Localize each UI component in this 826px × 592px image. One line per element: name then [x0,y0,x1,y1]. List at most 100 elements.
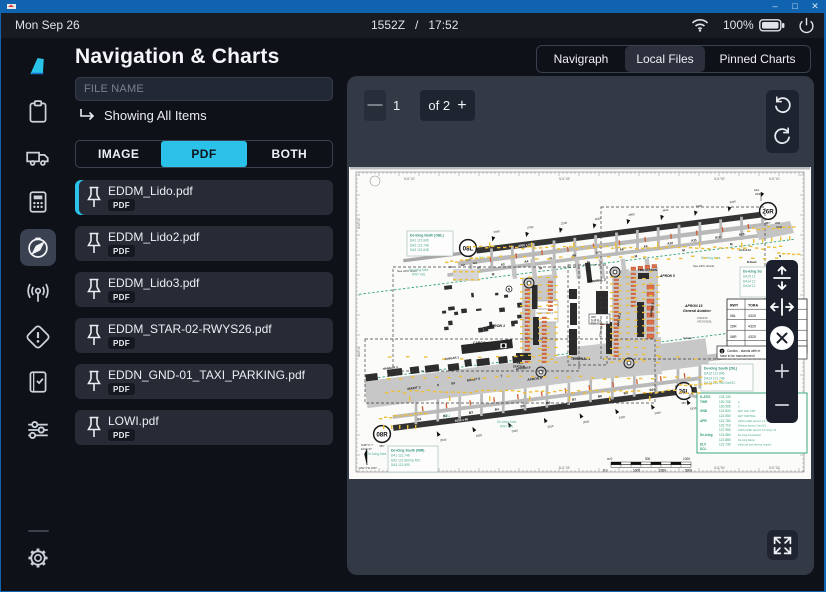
svg-text:APRON 5: APRON 5 [659,274,675,278]
svg-text:De-Icing Area: De-Icing Area [409,268,429,272]
svg-text:De-Icing: De-Icing [700,433,713,437]
svg-text:4320: 4320 [748,324,756,328]
svg-text:DLV: DLV [700,443,707,447]
svg-text:120.705: 120.705 [719,400,731,404]
svg-text:1000: 1000 [633,469,640,473]
svg-text:26R: 26R [730,324,737,328]
svg-text:TORA: TORA [748,303,759,307]
svg-text:080°: 080° [379,444,384,448]
svg-text:123.130: 123.130 [719,395,731,399]
svg-text:Caution - stands with m: Caution - stands with m [727,349,761,353]
svg-text:LNDG GNDL Aprons 2-5, Rwys 13: LNDG GNDL Aprons 2-5, Rwys 13 [738,429,777,432]
svg-text:2040: 2040 [654,410,661,415]
svg-text:2240: 2240 [729,199,736,204]
svg-text:5000: 5000 [685,469,692,473]
svg-text:De-Icing Coordinator: De-Icing Coordinator [738,434,761,437]
svg-text:A4: A4 [524,259,529,264]
svg-text:De-Icing Area: De-Icing Area [367,452,387,456]
svg-text:VAR 3°E 1607: VAR 3°E 1607 [359,466,377,470]
svg-text:121.550: 121.550 [719,414,731,418]
svg-text:1920: 1920 [476,433,483,438]
svg-text:DA2 121.660 by ATC: DA2 121.660 by ATC [391,458,421,462]
svg-text:STATION: STATION [513,365,525,369]
svg-text:initial call and start-up requ: initial call and start-up request [738,444,772,447]
svg-text:26R: 26R [762,208,774,215]
svg-text:APRON 13: APRON 13 [684,304,703,308]
svg-text:DA3 121.890: DA3 121.890 [391,463,410,467]
svg-text:De-Icing Area: De-Icing Area [497,420,517,424]
svg-text:08R: 08R [730,335,737,339]
svg-text:B4: B4 [494,407,499,412]
svg-text:2240: 2240 [561,221,568,226]
svg-text:1: 1 [721,350,723,354]
svg-text:DA15 121.845: DA15 121.845 [704,372,725,376]
svg-text:A12: A12 [715,235,722,240]
svg-text:DA3: DA3 [444,414,450,418]
svg-text:N11°45': N11°45' [559,466,570,470]
svg-text:De-Icing South (26L): De-Icing South (26L) [704,367,737,371]
svg-text:B3: B3 [469,410,474,415]
svg-text:EMY ADC CWY: EMY ADC CWY [738,410,756,413]
svg-text:4320: 4320 [748,314,756,318]
svg-text:N48°21': N48°21' [357,345,361,357]
svg-text:N11°50': N11°50' [714,466,725,470]
svg-text:DA1 121.748: DA1 121.748 [391,454,410,458]
svg-text:1510: 1510 [690,406,697,411]
svg-text:2990: 2990 [696,204,703,209]
svg-text:FIRE STATION: FIRE STATION [638,268,657,272]
svg-text:2040: 2040 [583,419,590,424]
svg-text:DA16 12: DA16 12 [743,284,756,288]
svg-text:N11°52': N11°52' [769,466,780,470]
svg-text:A13: A13 [738,232,745,237]
svg-text:2990: 2990 [628,212,635,217]
svg-text:DA1 121.845: DA1 121.845 [410,239,429,243]
svg-text:DA2 121.748: DA2 121.748 [410,243,429,247]
svg-text:TWR: TWR [700,400,708,404]
svg-text:2000: 2000 [659,469,666,473]
svg-text:APR: APR [700,419,707,423]
svg-text:08R: 08R [376,431,388,438]
svg-text:have to be manoeuvred i: have to be manoeuvred i [720,354,755,358]
svg-text:RWY 26L: RWY 26L [500,425,514,429]
svg-text:1000: 1000 [683,457,690,461]
svg-text:R-East: R-East [747,260,757,264]
svg-text:D-ATIS: D-ATIS [700,395,710,399]
svg-text:N11°45': N11°45' [559,177,570,181]
svg-text:B1: B1 [417,417,422,422]
svg-text:4320: 4320 [748,335,756,339]
svg-text:121.920: 121.920 [719,409,731,413]
svg-text:De-Icing Ramp: De-Icing Ramp [738,439,755,442]
svg-text:RWY 08L: RWY 08L [412,273,426,277]
svg-text:N11°52': N11°52' [769,177,780,181]
svg-text:DA14 12: DA14 12 [743,279,756,283]
svg-text:A11: A11 [691,238,697,243]
svg-text:A3: A3 [500,262,505,267]
svg-text:2040: 2040 [440,437,447,442]
svg-text:DA15 12: DA15 12 [743,275,756,279]
svg-text:500: 500 [645,457,651,461]
svg-text:De-Icing North (OBL): De-Icing North (OBL) [410,234,444,238]
svg-text:121.880: 121.880 [719,438,731,442]
svg-text:APC/GNDSL: APC/GNDSL [697,319,713,323]
svg-text:2040: 2040 [511,428,518,433]
svg-text:3440: 3440 [755,192,762,196]
svg-text:S2: S2 [451,381,456,385]
svg-text:A7: A7 [596,250,601,255]
svg-text:N48°22': N48°22' [357,217,361,229]
svg-text:123.710: 123.710 [719,424,731,428]
svg-text:120.905: 120.905 [719,405,731,409]
svg-text:CARGO: CARGO [473,341,486,345]
svg-text:De-Icing South (08R): De-Icing South (08R) [391,449,424,453]
svg-text:080°: 080° [765,221,770,225]
svg-text:DA3 121.848: DA3 121.848 [410,248,429,252]
svg-text:121.730: 121.730 [719,443,731,447]
svg-text:DA14 121.748: DA14 121.748 [704,376,725,380]
svg-text:3440: 3440 [493,229,500,234]
svg-text:S-East: S-East [683,336,692,340]
svg-text:Delivery Aprons 2 and 13: Delivery Aprons 2 and 13 [738,425,767,428]
svg-text:08L: 08L [730,314,736,318]
svg-text:127.950: 127.950 [719,428,731,432]
svg-text:General Aviation: General Aviation [683,309,711,313]
svg-text:De-Icing So: De-Icing So [743,270,762,274]
svg-text:EMY SORTDAL: EMY SORTDAL [738,415,756,418]
